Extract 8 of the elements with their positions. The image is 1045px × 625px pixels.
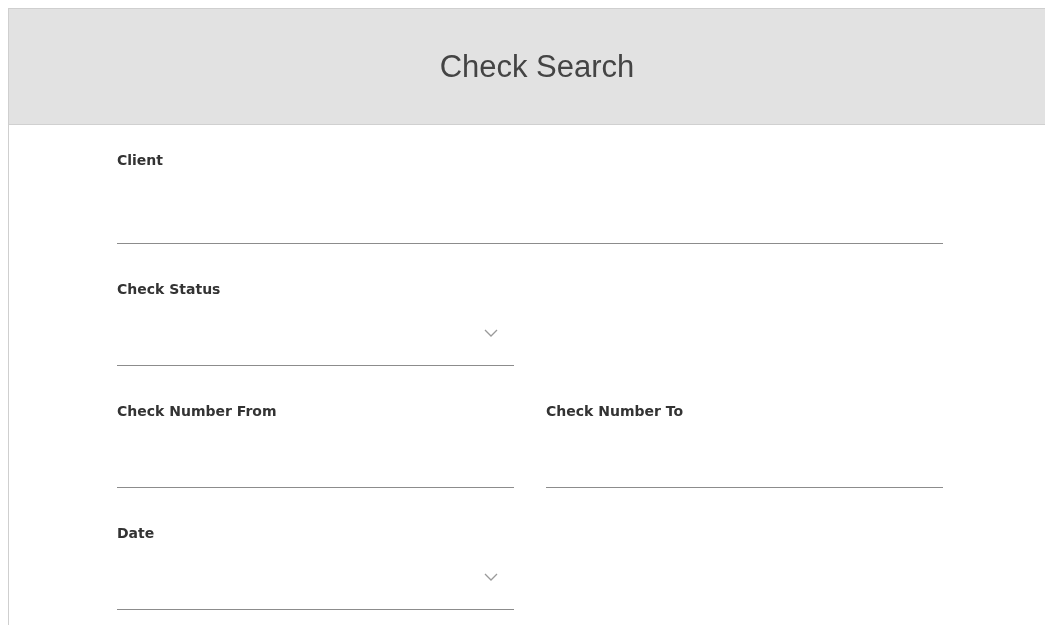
- field-label: Date: [117, 524, 156, 543]
- chevron-down-icon: [484, 573, 498, 581]
- chevron-down-icon: [484, 329, 498, 337]
- field-label: Client: [117, 151, 165, 170]
- page-title: Check Search: [439, 48, 635, 85]
- field-label: Check Number To: [546, 402, 685, 421]
- field-label: Check Status: [117, 280, 222, 299]
- field-label: Check Number From: [117, 402, 278, 421]
